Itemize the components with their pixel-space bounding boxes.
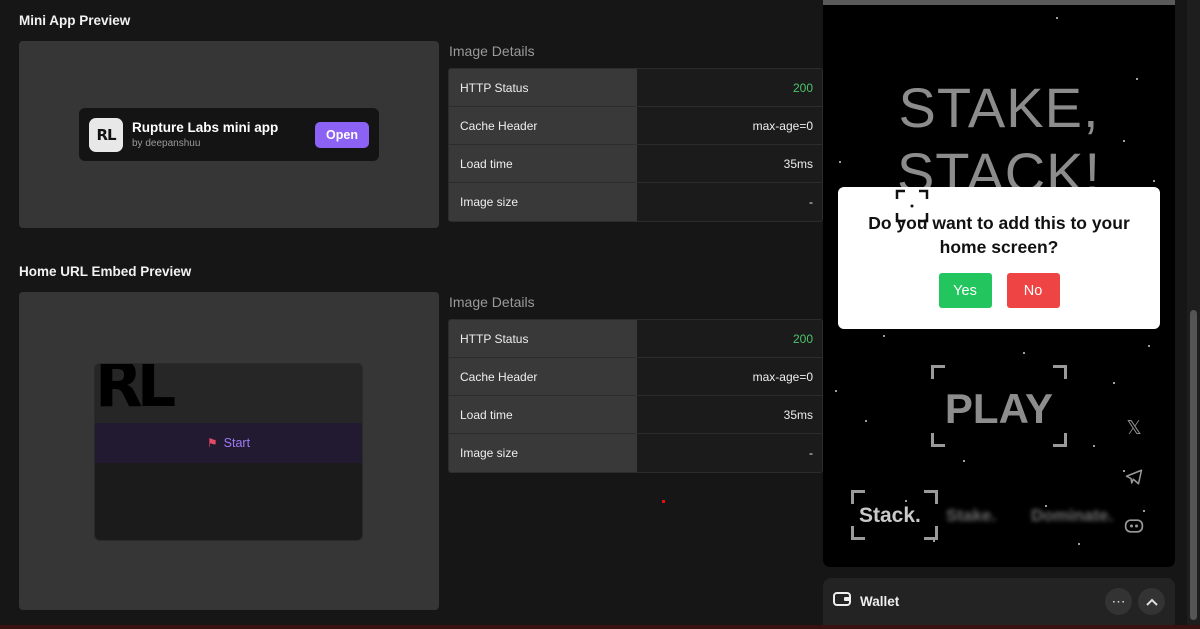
table-row: Image size - [449, 183, 822, 221]
start-label: Start [223, 436, 251, 450]
no-button[interactable]: No [1006, 273, 1060, 308]
image-details-table: HTTP Status 200 Cache Header max-age=0 L… [448, 68, 823, 222]
frame-topbar [823, 0, 1175, 5]
row-value: - [809, 446, 813, 460]
telegram-icon[interactable] [1123, 468, 1145, 492]
play-label: PLAY [944, 385, 1054, 432]
scan-icon [895, 189, 929, 223]
image-details-table: HTTP Status 200 Cache Header max-age=0 L… [448, 319, 823, 473]
wallet-label: Wallet [860, 594, 900, 609]
app-logo: RL [89, 117, 123, 152]
image-details-title: Image Details [449, 294, 535, 310]
row-key: HTTP Status [449, 320, 637, 357]
add-to-home-dialog: Do you want to add this to your home scr… [838, 187, 1160, 329]
embed-preview-box: RL ⚑ Start [19, 292, 439, 610]
row-value: max-age=0 [752, 118, 813, 133]
open-button[interactable]: Open [315, 121, 369, 148]
x-icon[interactable]: 𝕏 [1123, 417, 1145, 440]
tab-stack[interactable]: Stack. [859, 504, 921, 528]
mini-app-preview-box: RL Rupture Labs mini app by deepanshuu O… [19, 41, 439, 228]
flag-icon: ⚑ [206, 436, 218, 450]
game-title-line1: STAKE, [898, 76, 1100, 139]
row-key: Cache Header [449, 358, 637, 395]
embed-preview-title: Home URL Embed Preview [19, 264, 192, 279]
frame-corner [924, 490, 938, 504]
wallet-icon [833, 591, 851, 612]
mini-app-preview-title: Mini App Preview [19, 13, 131, 28]
row-value: 35ms [783, 407, 813, 422]
mini-app-name: Rupture Labs mini app [132, 120, 279, 135]
frame-corner [924, 526, 938, 540]
row-key: Load time [449, 396, 637, 433]
frame-corner [851, 526, 865, 540]
scrollbar-thumb[interactable] [1190, 310, 1197, 620]
table-row: HTTP Status 200 [449, 320, 822, 358]
embed-logo: RL [95, 364, 176, 421]
wallet-bar[interactable]: Wallet ⋯ [823, 578, 1175, 625]
embed-card: RL ⚑ Start [94, 363, 363, 541]
discord-icon[interactable] [1123, 518, 1145, 540]
dialog-question: Do you want to add this to your home scr… [868, 213, 1130, 257]
row-value: 200 [792, 80, 813, 95]
table-row: Load time 35ms [449, 396, 822, 434]
row-key: HTTP Status [449, 69, 637, 106]
play-button[interactable]: PLAY [931, 365, 1067, 447]
start-button[interactable]: ⚑ Start [95, 423, 362, 463]
bottom-strip [0, 625, 1200, 629]
tab-stake[interactable]: Stake. [946, 506, 996, 526]
table-row: Cache Header max-age=0 [449, 358, 822, 396]
mini-app-card: RL Rupture Labs mini app by deepanshuu O… [79, 108, 379, 161]
game-tabs: Stack. Stake. Dominate. [851, 490, 1141, 540]
row-value: 35ms [783, 156, 813, 171]
chevron-up-icon[interactable] [1138, 588, 1165, 615]
tab-dominate[interactable]: Dominate. [1031, 506, 1113, 526]
row-value: - [809, 195, 813, 209]
frame-corner [1053, 433, 1067, 447]
table-row: Cache Header max-age=0 [449, 107, 822, 145]
row-key: Image size [449, 183, 637, 221]
row-value: 200 [792, 331, 813, 346]
embed-image: RL [95, 364, 362, 423]
frame-corner [931, 365, 945, 379]
yes-button[interactable]: Yes [938, 273, 992, 308]
row-key: Cache Header [449, 107, 637, 144]
table-row: Load time 35ms [449, 145, 822, 183]
table-row: HTTP Status 200 [449, 69, 822, 107]
more-options-icon[interactable]: ⋯ [1105, 588, 1132, 615]
table-row: Image size - [449, 434, 822, 472]
frame-corner [1053, 365, 1067, 379]
frame-corner [851, 490, 865, 504]
row-key: Load time [449, 145, 637, 182]
image-details-title: Image Details [449, 43, 535, 59]
red-dot [662, 500, 665, 503]
mini-app-byline: by deepanshuu [132, 138, 201, 149]
row-value: max-age=0 [752, 369, 813, 384]
row-key: Image size [449, 434, 637, 472]
frame-corner [931, 433, 945, 447]
